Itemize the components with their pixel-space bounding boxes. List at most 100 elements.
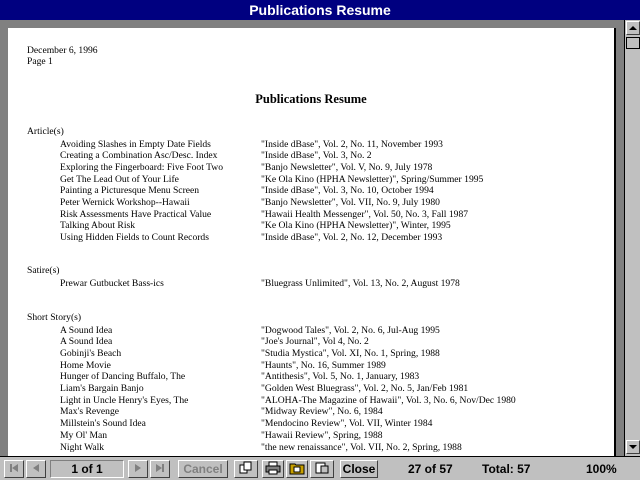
publication-row: Peter Wernick Workshop--Hawaii "Banjo New…: [8, 197, 614, 209]
arrow-up-icon: [629, 26, 637, 30]
bottom-toolbar: 1 of 1 Cancel Close 27 of 57 Total: 57 1…: [0, 456, 640, 480]
scroll-down-button[interactable]: [626, 440, 640, 454]
report-page: December 6, 1996 Page 1 Publications Res…: [8, 28, 616, 456]
next-page-icon: [135, 464, 141, 472]
publication-row: Talking About Risk "Ke Ola Kino (HPHA New…: [8, 220, 614, 232]
publication-title: Light in Uncle Henry's Eyes, The: [60, 394, 189, 406]
publication-source: "Inside dBase", Vol. 2, No. 11, November…: [261, 138, 443, 150]
arrow-down-icon: [629, 445, 637, 449]
record-position: 27 of 57: [408, 462, 453, 476]
publication-row: Avoiding Slashes in Empty Date Fields "In…: [8, 139, 614, 151]
publication-title: Prewar Gutbucket Bass-ics: [60, 277, 164, 289]
publication-source: "Banjo Newsletter", Vol. V, No. 9, July …: [261, 161, 433, 173]
publication-source: "the new renaissance", Vol. VII, No. 2, …: [261, 441, 462, 453]
report-date: December 6, 1996: [27, 45, 98, 56]
print-button[interactable]: [262, 460, 284, 478]
publication-title: Millstein's Sound Idea: [60, 418, 146, 430]
publication-row: Light in Uncle Henry's Eyes, The "ALOHA-T…: [8, 395, 614, 407]
publication-source: "Antithesis", Vol. 5, No. 1, January, 19…: [261, 371, 420, 383]
section-heading: Satire(s): [27, 265, 60, 276]
publication-source: "Studia Mystica", Vol. XI, No. 1, Spring…: [261, 347, 440, 359]
publication-row: Exploring the Fingerboard: Five Foot Two…: [8, 162, 614, 174]
mail-button[interactable]: [310, 460, 334, 478]
publication-source: "Joe's Journal", Vol 4, No. 2: [261, 336, 369, 348]
publication-source: "Mendocino Review", Vol. VII, Winter 198…: [261, 418, 433, 430]
publication-source: "Hawaii Review", Spring, 1988: [261, 429, 383, 441]
last-page-icon: [156, 464, 164, 472]
printer-icon: [265, 461, 281, 475]
publication-row: Hunger of Dancing Buffalo, The "Antithesi…: [8, 371, 614, 383]
report-title: Publications Resume: [255, 92, 367, 106]
publication-title: Max's Revenge: [60, 406, 120, 418]
publication-source: "Dogwood Tales", Vol. 2, No. 6, Jul-Aug …: [261, 324, 440, 336]
publication-row: My Ol' Man "Hawaii Review", Spring, 1988: [8, 430, 614, 442]
publication-row: Painting a Picturesque Menu Screen "Insid…: [8, 185, 614, 197]
publication-title: Home Movie: [60, 359, 111, 371]
publication-source: "Banjo Newsletter", Vol. VII, No. 9, Jul…: [261, 197, 440, 208]
publication-row: Gobinji's Beach "Studia Mystica", Vol. XI…: [8, 348, 614, 360]
publication-row: Max's Revenge "Midway Review", No. 6, 198…: [8, 406, 614, 418]
publication-title: A Sound Idea: [60, 336, 113, 348]
publication-source: "Inside dBase", Vol. 2, No. 12, December…: [261, 232, 443, 244]
publication-source: "Golden West Bluegrass", Vol. 2, No. 5, …: [261, 383, 469, 394]
publication-title: Talking About Risk: [60, 220, 136, 232]
publication-title: Gobinji's Beach: [60, 347, 122, 359]
publication-title: A Sound Idea: [60, 324, 113, 336]
publication-source: "ALOHA-The Magazine of Hawaii", Vol. 3, …: [261, 394, 516, 406]
prev-page-icon: [33, 464, 39, 472]
last-page-button[interactable]: [150, 460, 170, 478]
publication-source: "Bluegrass Unlimited", Vol. 13, No. 2, A…: [261, 277, 460, 289]
publication-source: "Haunts", No. 16, Summer 1989: [261, 359, 386, 371]
publication-title: Peter Wernick Workshop--Hawaii: [60, 197, 190, 208]
scroll-up-button[interactable]: [626, 21, 640, 35]
export-folder-icon: [289, 463, 305, 475]
publication-title: Risk Assessments Have Practical Value: [60, 208, 212, 220]
publication-source: "Ke Ola Kino (HPHA Newsletter)", Winter,…: [261, 220, 451, 232]
scroll-thumb[interactable]: [626, 37, 640, 49]
section-heading: Article(s): [27, 126, 64, 137]
publication-row: Night Walk "the new renaissance", Vol. VI…: [8, 442, 614, 454]
publication-row: Risk Assessments Have Practical Value "Ha…: [8, 209, 614, 221]
publication-row: Home Movie "Haunts", No. 16, Summer 1989: [8, 360, 614, 372]
publication-row: Liam's Bargain Banjo "Golden West Bluegra…: [8, 383, 614, 395]
publication-row: Using Hidden Fields to Count Records "Ins…: [8, 232, 614, 244]
publication-source: "Inside dBase", Vol. 3, No. 10, October …: [261, 185, 434, 197]
publication-row: A Sound Idea "Dogwood Tales", Vol. 2, No.…: [8, 325, 614, 337]
report-viewport[interactable]: December 6, 1996 Page 1 Publications Res…: [0, 20, 624, 456]
publication-row: A Sound Idea "Joe's Journal", Vol 4, No. …: [8, 336, 614, 348]
vertical-scrollbar[interactable]: [624, 20, 640, 456]
publication-title: Hunger of Dancing Buffalo, The: [60, 371, 186, 383]
publication-title: Exploring the Fingerboard: Five Foot Two: [60, 161, 224, 173]
record-total: Total: 57: [482, 462, 531, 476]
publication-title: Avoiding Slashes in Empty Date Fields: [60, 138, 211, 150]
publication-title: Night Walk: [60, 441, 105, 453]
publication-source: "Hawaii Health Messenger", Vol. 50, No. …: [261, 208, 469, 220]
publication-row: Get The Lead Out of Your Life "Ke Ola Kin…: [8, 174, 614, 186]
zoom-level: 100%: [586, 462, 617, 476]
publication-title: Liam's Bargain Banjo: [60, 383, 144, 394]
publication-title: Creating a Combination Asc/Desc. Index: [60, 150, 218, 162]
zoom-button[interactable]: [234, 460, 258, 478]
close-button[interactable]: Close: [340, 460, 378, 478]
publication-title: My Ol' Man: [60, 429, 108, 441]
publication-title: Get The Lead Out of Your Life: [60, 173, 179, 185]
first-page-button[interactable]: [4, 460, 24, 478]
publication-row: Prewar Gutbucket Bass-ics "Bluegrass Unli…: [8, 278, 614, 290]
prev-page-button[interactable]: [26, 460, 46, 478]
publication-title: Using Hidden Fields to Count Records: [60, 232, 209, 244]
section-heading: Short Story(s): [27, 312, 82, 323]
publication-row: Millstein's Sound Idea "Mendocino Review"…: [8, 418, 614, 430]
publication-source: "Ke Ola Kino (HPHA Newsletter)", Spring/…: [261, 173, 484, 185]
cancel-button[interactable]: Cancel: [178, 460, 228, 478]
publication-title: Painting a Picturesque Menu Screen: [60, 185, 200, 197]
publication-row: Creating a Combination Asc/Desc. Index "I…: [8, 150, 614, 162]
publication-source: "Midway Review", No. 6, 1984: [261, 406, 383, 418]
window-title: Publications Resume: [0, 0, 640, 20]
mail-document-icon: [315, 462, 329, 474]
export-button[interactable]: [286, 460, 308, 478]
page-number: Page 1: [27, 56, 53, 67]
publication-source: "Inside dBase", Vol. 3, No. 2: [261, 150, 372, 162]
zoom-pages-icon: [239, 461, 252, 474]
first-page-icon: [10, 464, 18, 472]
next-page-button[interactable]: [128, 460, 148, 478]
